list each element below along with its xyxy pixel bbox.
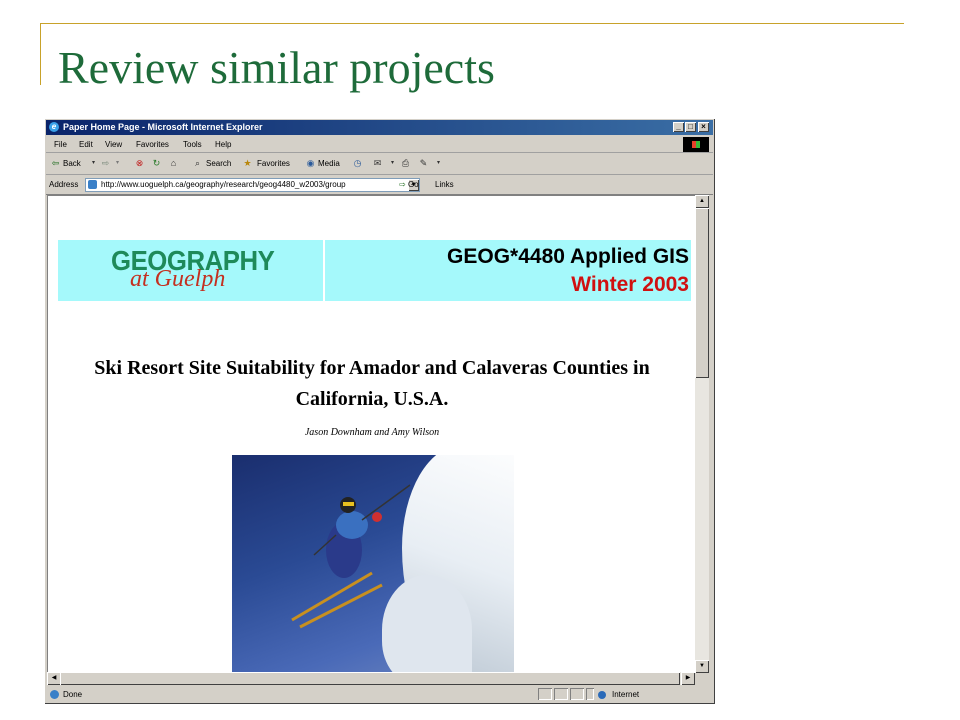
- status-cell: [554, 688, 568, 700]
- vertical-scroll-thumb[interactable]: [695, 208, 709, 378]
- slide-title: Review similar projects: [58, 42, 495, 93]
- status-cell: [570, 688, 584, 700]
- media-icon[interactable]: ◉: [305, 158, 316, 169]
- menu-help[interactable]: Help: [215, 140, 231, 149]
- geography-logo-banner: GEOGRAPHY at Guelph: [58, 240, 323, 301]
- status-text: Done: [63, 690, 83, 699]
- course-term: Winter 2003: [571, 273, 689, 296]
- menu-favorites[interactable]: Favorites: [136, 140, 169, 149]
- page-icon: [88, 180, 97, 189]
- page-done-icon: [50, 690, 59, 699]
- back-arrow-icon[interactable]: ⇦: [50, 158, 61, 169]
- close-button[interactable]: ×: [698, 122, 709, 132]
- status-bar: Done Internet: [46, 687, 713, 702]
- scroll-up-icon[interactable]: ▲: [695, 195, 709, 208]
- home-icon[interactable]: ⌂: [168, 158, 179, 169]
- page-content[interactable]: GEOGRAPHY at Guelph GEOG*4480 Applied GI…: [47, 195, 695, 674]
- stop-icon[interactable]: ⊗: [134, 158, 145, 169]
- project-title: Ski Resort Site Suitability for Amador a…: [94, 357, 650, 410]
- search-icon[interactable]: ⌕: [192, 158, 203, 169]
- refresh-icon[interactable]: ↻: [151, 158, 162, 169]
- go-label: Go: [407, 180, 419, 189]
- menu-tools[interactable]: Tools: [183, 140, 202, 149]
- search-button[interactable]: Search: [206, 159, 231, 168]
- maximize-button[interactable]: □: [685, 122, 696, 132]
- vertical-scrollbar[interactable]: ▲ ▼: [695, 195, 709, 673]
- edit-dropdown-icon[interactable]: ▾: [433, 158, 444, 169]
- go-arrow-icon: ⇨: [399, 180, 406, 189]
- address-label: Address: [49, 180, 79, 189]
- links-button[interactable]: Links: [435, 180, 454, 189]
- ie-logo-icon: e: [49, 122, 59, 132]
- skier-photo: [232, 455, 514, 674]
- internet-globe-icon: [598, 691, 606, 699]
- scroll-down-icon[interactable]: ▼: [695, 660, 709, 673]
- browser-window: e Paper Home Page - Microsoft Internet E…: [44, 118, 715, 704]
- title-rule-vertical: [40, 23, 41, 85]
- title-rule-horizontal: [40, 23, 904, 24]
- course-name: GEOG*4480 Applied GIS: [447, 245, 689, 268]
- menu-bar: File Edit View Favorites Tools Help: [46, 137, 713, 153]
- menu-view[interactable]: View: [105, 140, 122, 149]
- print-icon[interactable]: ⎙: [400, 158, 411, 169]
- address-bar: Address http://www.uoguelph.ca/geography…: [46, 176, 713, 195]
- menu-edit[interactable]: Edit: [79, 140, 93, 149]
- minimize-button[interactable]: _: [673, 122, 684, 132]
- skier-figure: [291, 484, 411, 629]
- status-cell: [538, 688, 552, 700]
- project-authors: Jason Downham and Amy Wilson: [304, 427, 440, 438]
- favorites-star-icon[interactable]: ★: [242, 158, 253, 169]
- back-button[interactable]: Back: [63, 159, 81, 168]
- back-dropdown-icon[interactable]: ▾: [88, 158, 99, 169]
- horizontal-scroll-thumb[interactable]: [60, 672, 680, 685]
- toolbar: ⇦ Back ▾ ⇨ ▾ ⊗ ↻ ⌂ ⌕ Search ★ Favorites …: [46, 154, 713, 175]
- media-button[interactable]: Media: [318, 159, 340, 168]
- logo-at-guelph: at Guelph: [130, 266, 226, 292]
- scroll-left-icon[interactable]: ◀: [47, 672, 61, 685]
- address-url[interactable]: http://www.uoguelph.ca/geography/researc…: [101, 180, 399, 189]
- window-titlebar[interactable]: e Paper Home Page - Microsoft Internet E…: [46, 120, 713, 135]
- scroll-right-icon[interactable]: ▶: [681, 672, 695, 685]
- status-cell: [586, 688, 594, 700]
- security-zone: Internet: [612, 690, 640, 699]
- forward-arrow-icon[interactable]: ⇨: [100, 158, 111, 169]
- mail-icon[interactable]: ✉: [372, 158, 383, 169]
- edit-icon[interactable]: ✎: [418, 158, 429, 169]
- address-input[interactable]: http://www.uoguelph.ca/geography/researc…: [85, 178, 420, 192]
- mail-dropdown-icon[interactable]: ▾: [387, 158, 398, 169]
- horizontal-scrollbar[interactable]: ◀ ▶: [47, 672, 695, 685]
- course-banner: GEOG*4480 Applied GIS Winter 2003: [325, 240, 691, 301]
- menu-file[interactable]: File: [54, 140, 67, 149]
- window-title: Paper Home Page - Microsoft Internet Exp…: [63, 122, 263, 132]
- favorites-button[interactable]: Favorites: [257, 159, 290, 168]
- windows-logo-icon: [683, 137, 709, 152]
- go-button[interactable]: ⇨ Go: [399, 180, 419, 189]
- history-icon[interactable]: ◷: [352, 158, 363, 169]
- forward-dropdown-icon[interactable]: ▾: [112, 158, 123, 169]
